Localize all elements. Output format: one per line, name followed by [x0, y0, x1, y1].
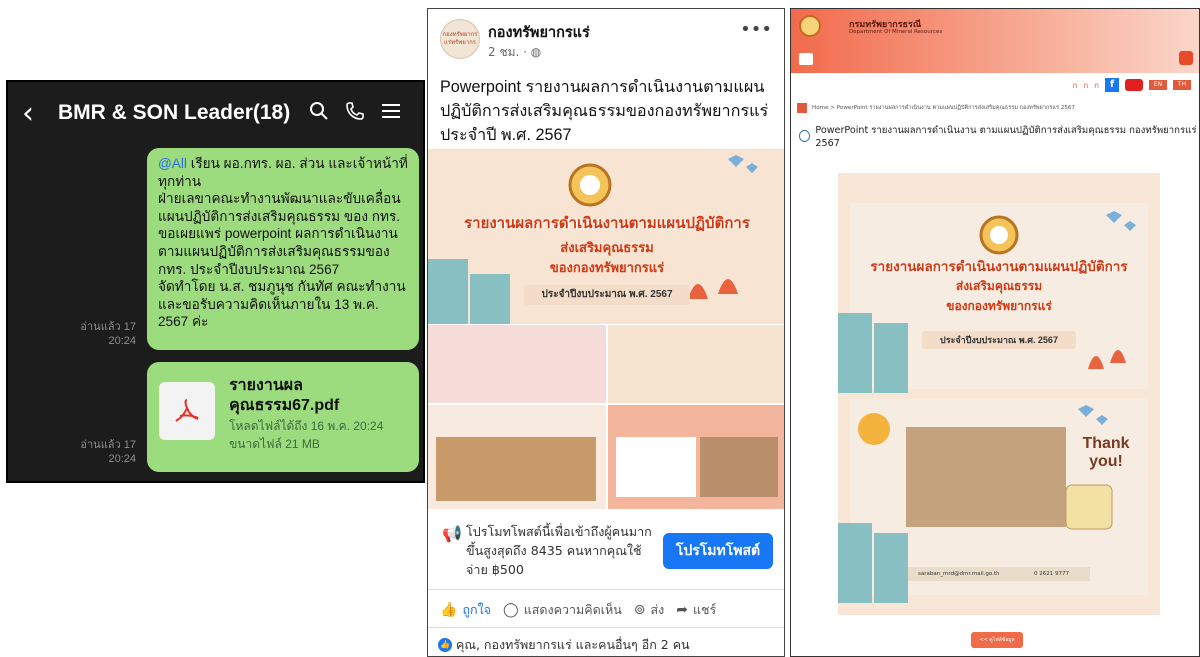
facebook-post: กองทรัพยากร แร่ทรัพยากร กองทรัพยากรแร่ 2…: [427, 8, 785, 657]
message-text: เรียน ผอ.กทร. ผอ. ส่วน และเจ้าหน้าที่ทุก…: [158, 156, 408, 330]
slide-subtitle-1: ส่งเสริมคุณธรรม: [560, 240, 654, 255]
comment-icon: ◯: [503, 601, 519, 618]
promote-post-button[interactable]: โปรโมทโพสต์: [663, 533, 773, 569]
post-image-collage: [428, 149, 784, 509]
font-size-small[interactable]: ก: [1072, 79, 1077, 92]
slide-year: ประจำปีงบประมาณ พ.ศ. 2567: [524, 285, 690, 305]
message-read-status: อ่านแล้ว 17 20:24: [66, 320, 136, 348]
home-icon[interactable]: [797, 103, 807, 113]
message-bubble[interactable]: @All เรียน ผอ.กทร. ผอ. ส่วน และเจ้าหน้าท…: [147, 148, 419, 350]
comment-button[interactable]: ◯ แสดงความคิดเห็น: [503, 600, 622, 620]
post-image[interactable]: รายงานผลการดำเนินงานตามแผนปฏิบัติการ ส่ง…: [428, 149, 784, 509]
reactions-summary[interactable]: 👍 คุณ, กองทรัพยากรแร่ และคนอื่นๆ อีก 2 ค…: [438, 635, 690, 655]
thank-you-text: Thank you!: [1082, 435, 1130, 470]
hamburger-menu-icon[interactable]: [799, 53, 813, 65]
lang-en-button[interactable]: EN: [1149, 80, 1167, 90]
megaphone-icon: 📢: [442, 524, 462, 543]
file-name: รายงานผลคุณธรรม67.pdf: [229, 377, 340, 414]
slide-subtitle-2: ของกองทรัพยากรแร่: [549, 260, 665, 275]
youtube-icon[interactable]: [1125, 79, 1143, 91]
slide-viewer[interactable]: รายงานผลการดำเนินงานตามแผนปฏิบัติการ ส่ง…: [838, 173, 1160, 615]
back-chevron-icon[interactable]: ‹: [22, 96, 52, 131]
facebook-icon[interactable]: f: [1105, 78, 1119, 92]
slide-email: saraban_mrd@dmr.mail.go.th: [918, 571, 1000, 577]
slide-title: รายงานผลการดำเนินงานตามแผนปฏิบัติการ: [870, 259, 1128, 274]
page-title-text: PowerPoint รายงานผลการดำเนินงาน ตามแผนปฏ…: [815, 125, 1197, 149]
screenshot-collage: ‹ BMR & SON Leader(18) อ่านแล้ว 17 20:24…: [0, 0, 1200, 657]
dmr-website: กรมทรัพยากรธรณี Department Of Mineral Re…: [790, 8, 1200, 657]
dmr-logo-icon[interactable]: [799, 15, 821, 37]
reactions-text: คุณ, กองทรัพยากรแร่ และคนอื่นๆ อีก 2 คน: [456, 637, 690, 652]
messenger-icon: ⊚: [633, 601, 646, 618]
slide-subtitle-2: ของกองทรัพยากรแร่: [946, 299, 1052, 313]
mention-all[interactable]: @All: [158, 156, 187, 171]
page-avatar[interactable]: กองทรัพยากร แร่ทรัพยากร: [440, 19, 480, 59]
thumbs-up-icon: 👍: [440, 601, 458, 618]
like-label: ถูกใจ: [462, 601, 492, 617]
like-button[interactable]: 👍 ถูกใจ: [440, 600, 491, 620]
view-file-button[interactable]: << ดูไฟล์ข้อมูล: [971, 632, 1023, 648]
like-reaction-icon: 👍: [438, 638, 452, 652]
menu-icon[interactable]: [373, 101, 409, 125]
site-toolbar: ก ก ก f EN TH: [791, 73, 1199, 97]
promote-text: โปรโมทโพสต์นี้เพื่อเข้าถึงผู้คนมากขึ้นสู…: [466, 524, 652, 577]
slide-viewer-graphics: [838, 203, 1148, 603]
site-subtitle: Department Of Mineral Resources: [849, 29, 943, 35]
page-title: PowerPoint รายงานผลการดำเนินงาน ตามแผนปฏ…: [799, 123, 1199, 149]
line-chat-header: ‹ BMR & SON Leader(18): [8, 82, 423, 144]
search-icon[interactable]: [1179, 51, 1193, 65]
slide-phone: 0 2621 9777: [1034, 571, 1069, 577]
message-time: 20:24: [108, 335, 136, 347]
file-bubble[interactable]: รายงานผลคุณธรรม67.pdf โหลดไฟล์ได้ถึง 16 …: [147, 362, 419, 472]
comment-label: แสดงความคิดเห็น: [523, 601, 622, 617]
font-size-large[interactable]: ก: [1094, 79, 1099, 92]
post-header: กองทรัพยากร แร่ทรัพยากร กองทรัพยากรแร่ 2…: [428, 9, 784, 71]
share-button[interactable]: ➦ แชร์: [676, 600, 716, 620]
file-time: 20:24: [108, 453, 136, 465]
send-button[interactable]: ⊚ ส่ง: [634, 600, 664, 620]
page-name[interactable]: กองทรัพยากรแร่: [488, 21, 590, 44]
send-label: ส่ง: [650, 601, 665, 617]
pdf-file-icon: [159, 382, 216, 440]
read-label: อ่านแล้ว 17: [80, 321, 136, 333]
more-options-icon[interactable]: •••: [740, 19, 772, 40]
file-download-until: โหลดไฟล์ได้ถึง 16 พ.ค. 20:24: [229, 419, 384, 433]
phone-icon[interactable]: [337, 101, 373, 126]
file-read-status: อ่านแล้ว 17 20:24: [66, 438, 136, 466]
chat-title: BMR & SON Leader(18): [58, 101, 291, 124]
site-header: กรมทรัพยากรธรณี Department Of Mineral Re…: [791, 9, 1199, 73]
lang-th-button[interactable]: TH: [1173, 80, 1191, 90]
file-size: ขนาดไฟล์ 21 MB: [229, 437, 320, 451]
share-label: แชร์: [692, 601, 717, 617]
post-time: 2 ชม. · ◍: [488, 43, 541, 62]
globe-icon: ◍: [530, 45, 542, 59]
document-icon: [799, 130, 811, 142]
read-label: อ่านแล้ว 17: [80, 439, 136, 451]
post-text: Powerpoint รายงานผลการดำเนินงานตามแผนปฏิ…: [440, 78, 769, 144]
font-size-medium[interactable]: ก: [1083, 79, 1088, 92]
breadcrumb: Home > PowerPoint รายงานผลการดำเนินงาน ต…: [797, 103, 1075, 113]
line-chat-window: ‹ BMR & SON Leader(18) อ่านแล้ว 17 20:24…: [6, 80, 425, 483]
share-icon: ➦: [676, 601, 688, 618]
slide-year: ประจำปีงบประมาณ พ.ศ. 2567: [922, 331, 1076, 349]
search-icon[interactable]: [301, 101, 337, 126]
breadcrumb-text[interactable]: Home > PowerPoint รายงานผลการดำเนินงาน ต…: [812, 104, 1075, 112]
post-actions: 👍 ถูกใจ ◯ แสดงความคิดเห็น ⊚ ส่ง ➦ แชร์: [428, 592, 784, 628]
slide-subtitle-1: ส่งเสริมคุณธรรม: [955, 279, 1043, 293]
slide-title: รายงานผลการดำเนินงานตามแผนปฏิบัติการ: [464, 215, 750, 232]
promote-section: 📢 โปรโมทโพสต์นี้เพื่อเข้าถึงผู้คนมากขึ้น…: [428, 514, 784, 590]
post-time-text: 2 ชม. ·: [488, 45, 531, 59]
